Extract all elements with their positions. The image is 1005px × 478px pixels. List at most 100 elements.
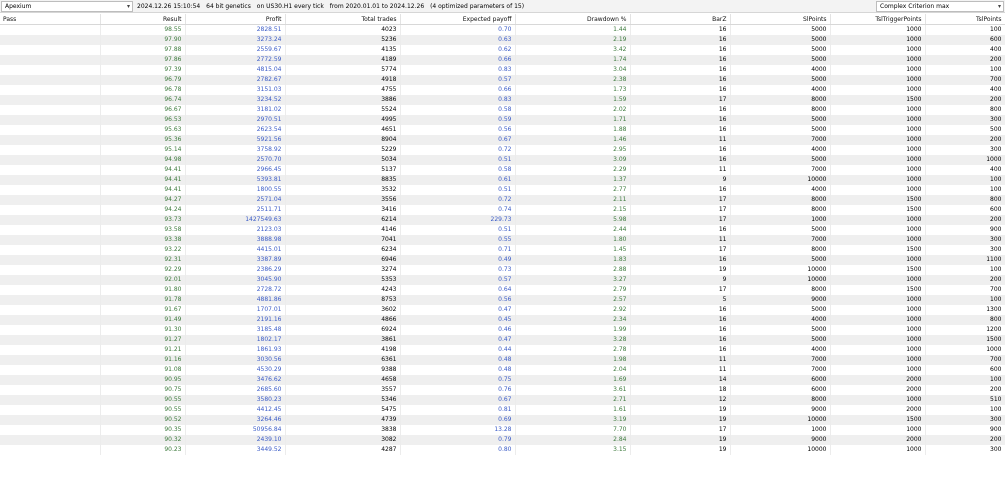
cell-pass [0, 275, 101, 285]
table-row[interactable]: 91.21 1861.93 4198 0.44 2.78 16 4000 1000 1000 [0, 345, 1005, 355]
column-header-pass[interactable]: Pass [0, 14, 101, 25]
column-header-drawdown-[interactable]: Drawdown % [515, 14, 631, 25]
table-row[interactable]: 90.52 3264.46 4739 0.69 3.19 19 10000 1500 300 [0, 415, 1005, 425]
table-row[interactable]: 91.27 1802.17 3861 0.47 3.28 16 5000 1000 1500 [0, 335, 1005, 345]
cell-total-trades: 5137 [285, 165, 401, 175]
cell-total-trades: 5475 [285, 405, 401, 415]
table-row[interactable]: 90.95 3476.62 4658 0.75 1.69 14 6000 2000 100 [0, 375, 1005, 385]
table-row[interactable]: 94.27 2571.04 3556 0.72 2.11 17 8000 1500 800 [0, 195, 1005, 205]
cell-tsltriggerpoints: 1000 [830, 235, 926, 245]
table-row[interactable]: 97.39 4815.04 5774 0.83 3.04 16 4000 1000 100 [0, 65, 1005, 75]
table-row[interactable]: 96.67 3181.02 5524 0.58 2.02 16 8000 1000 800 [0, 105, 1005, 115]
cell-drawdown-: 2.02 [515, 105, 631, 115]
table-row[interactable]: 92.31 3387.89 6946 0.49 1.83 16 5000 1000 1100 [0, 255, 1005, 265]
table-row[interactable]: 91.67 1707.01 3602 0.47 2.92 16 5000 1000 1300 [0, 305, 1005, 315]
cell-tsltriggerpoints: 1000 [830, 275, 926, 285]
cell-slpoints: 5000 [730, 325, 831, 335]
cell-expected-payoff: 0.59 [400, 115, 516, 125]
cell-tslpoints: 700 [925, 355, 1005, 365]
symbol-select[interactable]: Apexium ▾ [1, 1, 133, 12]
table-row[interactable]: 97.86 2772.59 4189 0.66 1.74 16 5000 1000 200 [0, 55, 1005, 65]
cell-barz: 17 [630, 205, 731, 215]
table-row[interactable]: 97.88 2559.67 4135 0.62 3.42 16 5000 1000 400 [0, 45, 1005, 55]
column-header-expected-payoff[interactable]: Expected payoff [400, 14, 516, 25]
table-row[interactable]: 97.90 3273.24 5236 0.63 2.19 16 5000 1000 600 [0, 35, 1005, 45]
cell-slpoints: 5000 [730, 255, 831, 265]
cell-pass [0, 315, 101, 325]
cell-pass [0, 155, 101, 165]
table-row[interactable]: 92.29 2386.29 3274 0.73 2.88 19 10000 1500 100 [0, 265, 1005, 275]
cell-profit: 2123.03 [185, 225, 286, 235]
cell-pass [0, 415, 101, 425]
cell-drawdown-: 1.99 [515, 325, 631, 335]
table-row[interactable]: 94.41 1800.55 3532 0.51 2.77 16 4000 1000 100 [0, 185, 1005, 195]
table-row[interactable]: 91.49 2191.16 4866 0.45 2.34 16 4000 1000 800 [0, 315, 1005, 325]
cell-tsltriggerpoints: 1000 [830, 155, 926, 165]
table-row[interactable]: 96.78 3151.03 4755 0.66 1.73 16 4000 1000 400 [0, 85, 1005, 95]
table-row[interactable]: 91.80 2728.72 4243 0.64 2.79 17 8000 1500 700 [0, 285, 1005, 295]
table-row[interactable]: 91.30 3185.48 6924 0.46 1.99 16 5000 1000 1200 [0, 325, 1005, 335]
cell-result: 94.24 [100, 205, 186, 215]
table-row[interactable]: 96.79 2782.67 4918 0.57 2.38 16 5000 1000 700 [0, 75, 1005, 85]
cell-expected-payoff: 0.66 [400, 55, 516, 65]
table-row[interactable]: 92.01 3045.90 5353 0.57 3.27 9 10000 1000 200 [0, 275, 1005, 285]
cell-tslpoints: 300 [925, 235, 1005, 245]
table-row[interactable]: 90.32 2439.10 3082 0.79 2.84 19 9000 2000 200 [0, 435, 1005, 445]
table-row[interactable]: 96.53 2970.51 4995 0.59 1.71 16 5000 1000 300 [0, 115, 1005, 125]
cell-pass [0, 35, 101, 45]
cell-pass [0, 435, 101, 445]
table-row[interactable]: 95.63 2623.54 4651 0.56 1.88 16 5000 1000 500 [0, 125, 1005, 135]
cell-result: 90.23 [100, 445, 186, 455]
column-header-total-trades[interactable]: Total trades [285, 14, 401, 25]
table-row[interactable]: 90.75 2685.60 3557 0.76 3.61 18 6000 2000 200 [0, 385, 1005, 395]
table-row[interactable]: 94.98 2570.70 5034 0.51 3.09 16 5000 1000 1000 [0, 155, 1005, 165]
table-row[interactable]: 93.38 3888.98 7041 0.55 1.80 11 7000 1000 300 [0, 235, 1005, 245]
cell-slpoints: 7000 [730, 165, 831, 175]
column-header-tslpoints[interactable]: TslPoints [925, 14, 1005, 25]
column-header-result[interactable]: Result [100, 14, 186, 25]
table-row[interactable]: 90.23 3449.52 4287 0.80 3.15 19 10000 1000 300 [0, 445, 1005, 455]
table-row[interactable]: 95.36 5921.56 8904 0.67 1.46 11 7000 1000 200 [0, 135, 1005, 145]
table-row[interactable]: 93.73 1427549.63 6214 229.73 5.98 17 1000 1000 2… [0, 215, 1005, 225]
table-row[interactable]: 90.55 3580.23 5346 0.67 2.71 12 8000 1000 510 [0, 395, 1005, 405]
cell-pass [0, 185, 101, 195]
table-row[interactable]: 94.24 2511.71 3416 0.74 2.15 17 8000 1500 600 [0, 205, 1005, 215]
table-row[interactable]: 93.22 4415.01 6234 0.71 1.45 17 8000 1500 300 [0, 245, 1005, 255]
cell-drawdown-: 1.44 [515, 24, 631, 35]
cell-barz: 11 [630, 165, 731, 175]
table-row[interactable]: 91.16 3030.56 6361 0.48 1.98 11 7000 1000 700 [0, 355, 1005, 365]
table-row[interactable]: 93.58 2123.03 4146 0.51 2.44 16 5000 1000 900 [0, 225, 1005, 235]
cell-drawdown-: 2.79 [515, 285, 631, 295]
cell-tsltriggerpoints: 1000 [830, 345, 926, 355]
table-row[interactable]: 94.41 5393.81 8835 0.61 1.37 9 10000 1000 100 [0, 175, 1005, 185]
table-row[interactable]: 91.08 4530.29 9388 0.48 2.04 11 7000 1000 600 [0, 365, 1005, 375]
table-row[interactable]: 98.55 2828.51 4023 0.70 1.44 16 5000 1000 100 [0, 24, 1005, 35]
cell-slpoints: 9000 [730, 405, 831, 415]
table-row[interactable]: 90.55 4412.45 5475 0.81 1.61 19 9000 2000 100 [0, 405, 1005, 415]
cell-result: 91.21 [100, 345, 186, 355]
cell-barz: 16 [630, 75, 731, 85]
table-row[interactable]: 96.74 3234.52 3886 0.83 1.59 17 8000 1500 200 [0, 95, 1005, 105]
cell-tslpoints: 700 [925, 285, 1005, 295]
cell-pass [0, 395, 101, 405]
criterion-select[interactable]: Complex Criterion max ▾ [876, 1, 1004, 12]
column-header-slpoints[interactable]: SlPoints [730, 14, 831, 25]
cell-slpoints: 4000 [730, 345, 831, 355]
column-header-barz[interactable]: BarZ [630, 14, 731, 25]
cell-tslpoints: 100 [925, 185, 1005, 195]
cell-tsltriggerpoints: 1000 [830, 115, 926, 125]
cell-barz: 16 [630, 155, 731, 165]
symbol-select-value: Apexium [5, 3, 32, 10]
column-header-profit[interactable]: Profit [185, 14, 286, 25]
cell-total-trades: 7041 [285, 235, 401, 245]
cell-tsltriggerpoints: 1000 [830, 425, 926, 435]
table-row[interactable]: 95.14 3758.92 5229 0.72 2.95 16 4000 1000 300 [0, 145, 1005, 155]
column-header-tsltriggerpoints[interactable]: TslTriggerPoints [830, 14, 926, 25]
table-row[interactable]: 94.41 2966.45 5137 0.58 2.29 11 7000 1000 400 [0, 165, 1005, 175]
cell-barz: 16 [630, 305, 731, 315]
cell-tslpoints: 800 [925, 315, 1005, 325]
cell-slpoints: 4000 [730, 85, 831, 95]
table-row[interactable]: 91.78 4881.86 8753 0.56 2.57 5 9000 1000 100 [0, 295, 1005, 305]
table-row[interactable]: 90.35 50956.84 3838 13.28 7.70 17 1000 1000 900 [0, 425, 1005, 435]
cell-total-trades: 8835 [285, 175, 401, 185]
